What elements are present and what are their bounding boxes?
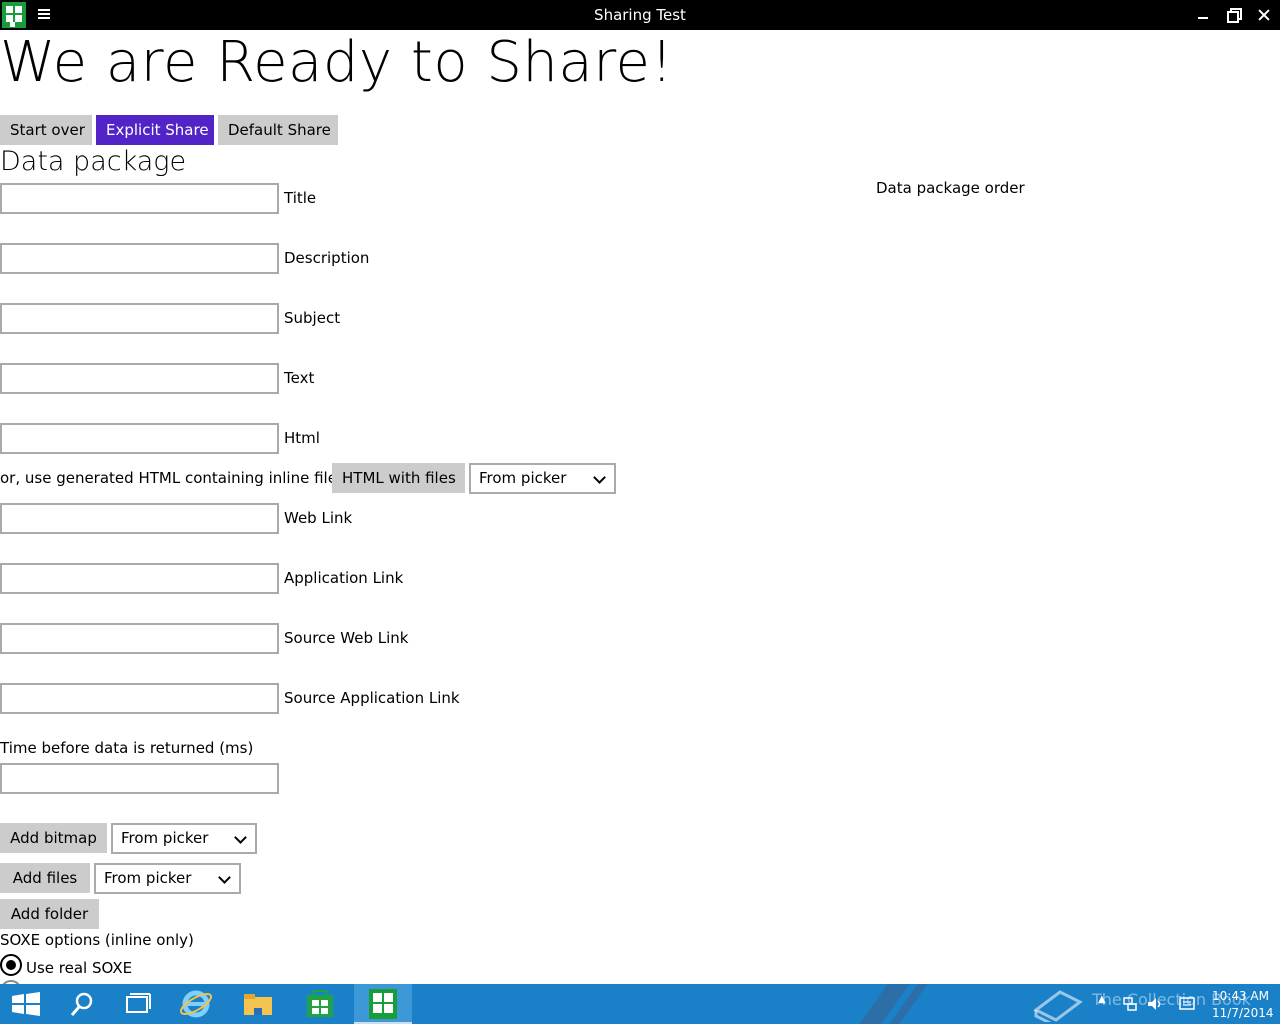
application-link-input[interactable] [0, 563, 279, 594]
restore-button[interactable] [1218, 0, 1250, 30]
app-icon [369, 989, 397, 1019]
web-link-label: Web Link [284, 509, 353, 527]
text-input[interactable] [0, 363, 279, 394]
store-icon [307, 990, 333, 1017]
subject-label: Subject [284, 309, 341, 327]
start-button[interactable] [0, 984, 56, 1024]
title-label: Title [284, 189, 317, 207]
section-title: Data package [0, 146, 187, 177]
source-web-link-input[interactable] [0, 623, 279, 654]
search-icon [70, 992, 93, 1016]
source-web-link-label: Source Web Link [284, 629, 409, 647]
clock-date[interactable]: 11/7/2014 [1212, 1006, 1274, 1020]
html-source-value: From picker [479, 469, 567, 487]
title-bar: Sharing Test [0, 0, 1280, 30]
minimize-button[interactable] [1188, 0, 1220, 30]
add-files-button[interactable]: Add files [0, 863, 90, 893]
soxe-options-title: SOXE options (inline only) [0, 931, 194, 949]
delay-input[interactable] [0, 763, 279, 794]
add-folder-button[interactable]: Add folder [0, 899, 99, 929]
source-application-link-input[interactable] [0, 683, 279, 714]
start-over-button[interactable]: Start over [0, 115, 92, 145]
description-label: Description [284, 249, 370, 267]
clock-time[interactable]: 10:43 AM [1212, 989, 1269, 1003]
task-view-icon [126, 993, 151, 1013]
chevron-down-icon [218, 871, 231, 884]
windows-logo-icon [12, 992, 40, 1016]
text-label: Text [284, 369, 315, 387]
add-bitmap-button[interactable]: Add bitmap [0, 823, 107, 853]
action-center-icon[interactable] [1178, 996, 1196, 1012]
default-share-button[interactable]: Default Share [218, 115, 338, 145]
source-application-link-label: Source Application Link [284, 689, 460, 707]
delay-label: Time before data is returned (ms) [0, 739, 254, 757]
bitmap-source-value: From picker [121, 829, 209, 847]
store-button[interactable] [292, 984, 348, 1024]
web-link-input[interactable] [0, 503, 279, 534]
close-button[interactable] [1248, 0, 1280, 30]
chevron-down-icon [593, 471, 606, 484]
bitmap-source-select[interactable]: From picker [111, 823, 257, 854]
explicit-share-button[interactable]: Explicit Share [96, 115, 214, 145]
html-with-files-button[interactable]: HTML with files [332, 463, 465, 493]
html-source-select[interactable]: From picker [469, 463, 616, 494]
page-heading: We are Ready to Share! [0, 30, 674, 95]
subject-input[interactable] [0, 303, 279, 334]
chevron-down-icon [234, 831, 247, 844]
taskbar: The Collection Book ▲ 10:43 AM 11/7/2014 [0, 984, 1280, 1024]
html-inline-prefix: or, use generated HTML containing inline… [0, 469, 345, 487]
description-input[interactable] [0, 243, 279, 274]
network-icon[interactable] [1122, 996, 1138, 1012]
files-source-value: From picker [104, 869, 192, 887]
volume-icon[interactable] [1146, 996, 1164, 1012]
sharing-test-taskbar-button[interactable] [354, 984, 412, 1024]
book-logo-icon [1033, 990, 1083, 1022]
tray-chevron-up-icon[interactable]: ▲ [1098, 994, 1106, 1005]
window-title: Sharing Test [594, 6, 686, 24]
task-view-button[interactable] [112, 984, 168, 1024]
search-button[interactable] [56, 984, 112, 1024]
use-real-soxe-label: Use real SOXE [26, 959, 133, 977]
html-label: Html [284, 429, 320, 447]
title-input[interactable] [0, 183, 279, 214]
internet-explorer-button[interactable] [168, 984, 224, 1024]
folder-icon [244, 994, 272, 1015]
internet-explorer-icon [179, 990, 213, 1018]
application-link-label: Application Link [284, 569, 404, 587]
files-source-select[interactable]: From picker [94, 863, 241, 894]
file-explorer-button[interactable] [230, 984, 286, 1024]
data-package-order-label: Data package order [876, 179, 1025, 197]
use-real-soxe-radio[interactable] [0, 954, 22, 976]
html-input[interactable] [0, 423, 279, 454]
